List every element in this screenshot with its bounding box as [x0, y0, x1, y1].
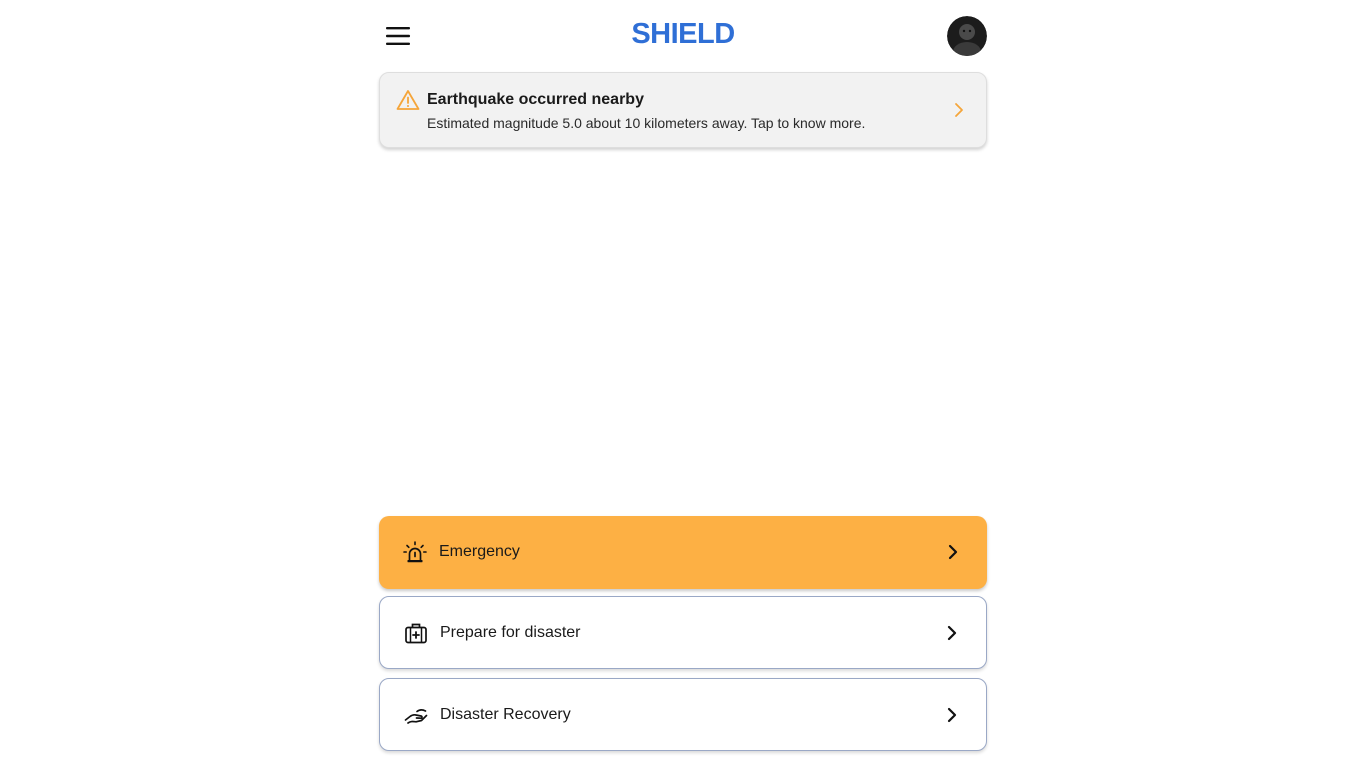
alert-title: Earthquake occurred nearby — [427, 91, 644, 108]
prepare-for-disaster-label: Prepare for disaster — [440, 624, 581, 641]
warning-triangle-icon — [396, 90, 420, 110]
earthquake-alert-card[interactable]: Earthquake occurred nearby Estimated mag… — [379, 72, 987, 148]
top-bar: SHIELD — [379, 14, 987, 58]
chevron-right-icon — [947, 707, 957, 723]
helping-hand-icon — [404, 709, 428, 724]
emergency-label: Emergency — [439, 543, 520, 560]
hamburger-menu-icon — [386, 27, 410, 45]
disaster-recovery-button[interactable]: Disaster Recovery — [379, 678, 987, 751]
avatar-image — [947, 16, 987, 56]
menu-button[interactable] — [385, 23, 411, 49]
siren-icon — [403, 541, 427, 563]
first-aid-kit-icon — [405, 623, 427, 644]
emergency-button[interactable]: Emergency — [379, 516, 987, 589]
user-avatar[interactable] — [947, 16, 987, 56]
prepare-for-disaster-button[interactable]: Prepare for disaster — [379, 596, 987, 669]
chevron-right-icon — [948, 544, 958, 560]
alert-description: Estimated magnitude 5.0 about 10 kilomet… — [427, 115, 866, 131]
disaster-recovery-label: Disaster Recovery — [440, 706, 571, 723]
app-root: SHIELD Earthquake occurred nearby Estima… — [379, 0, 987, 768]
app-logo: SHIELD — [631, 18, 735, 50]
chevron-right-icon — [955, 103, 963, 117]
chevron-right-icon — [947, 625, 957, 641]
